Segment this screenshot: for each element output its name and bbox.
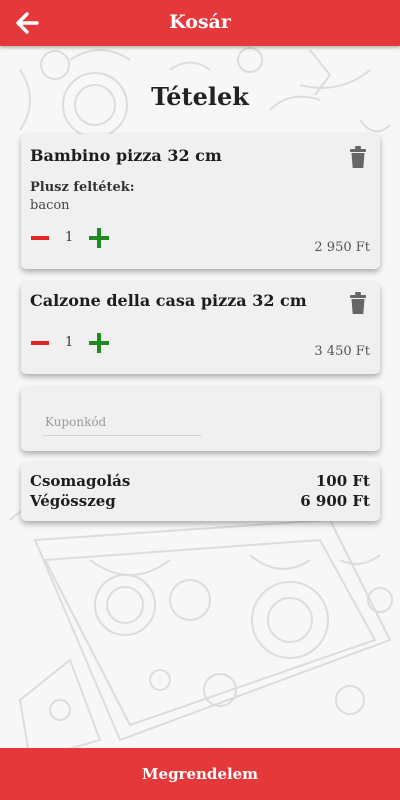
- minus-icon: [31, 341, 49, 345]
- cart-item-card: Bambino pizza 32 cm Plusz feltétek: baco…: [21, 134, 380, 269]
- total-row: Végösszeg 6 900 Ft: [30, 492, 370, 510]
- packaging-label: Csomagolás: [30, 472, 131, 490]
- cart-item-card: Calzone della casa pizza 32 cm 1 3 450 F…: [21, 282, 380, 374]
- items-heading: Tételek: [151, 82, 249, 111]
- minus-icon: [31, 236, 49, 240]
- increase-quantity-button[interactable]: [89, 333, 109, 353]
- decrease-quantity-button[interactable]: [29, 334, 53, 352]
- coupon-input[interactable]: [43, 409, 201, 436]
- packaging-row: Csomagolás 100 Ft: [30, 472, 370, 490]
- packaging-value: 100 Ft: [315, 472, 370, 490]
- trash-icon[interactable]: [348, 291, 368, 315]
- item-price: 3 450 Ft: [314, 344, 370, 359]
- coupon-card: [21, 387, 380, 451]
- item-name: Bambino pizza 32 cm: [30, 146, 222, 165]
- trash-icon[interactable]: [348, 145, 368, 169]
- order-button[interactable]: Megrendelem: [0, 748, 400, 800]
- page-title: Kosár: [169, 11, 231, 33]
- quantity-value: 1: [65, 335, 74, 350]
- extras-value: bacon: [30, 198, 70, 213]
- extras-label: Plusz feltétek:: [30, 180, 135, 195]
- increase-quantity-button[interactable]: [89, 228, 109, 248]
- item-price: 2 950 Ft: [314, 240, 370, 255]
- app-header: Kosár: [0, 0, 400, 46]
- total-label: Végösszeg: [30, 492, 116, 510]
- item-name: Calzone della casa pizza 32 cm: [30, 291, 307, 310]
- decrease-quantity-button[interactable]: [29, 229, 53, 247]
- quantity-value: 1: [65, 230, 74, 245]
- summary-card: Csomagolás 100 Ft Végösszeg 6 900 Ft: [21, 463, 380, 521]
- total-value: 6 900 Ft: [300, 492, 370, 510]
